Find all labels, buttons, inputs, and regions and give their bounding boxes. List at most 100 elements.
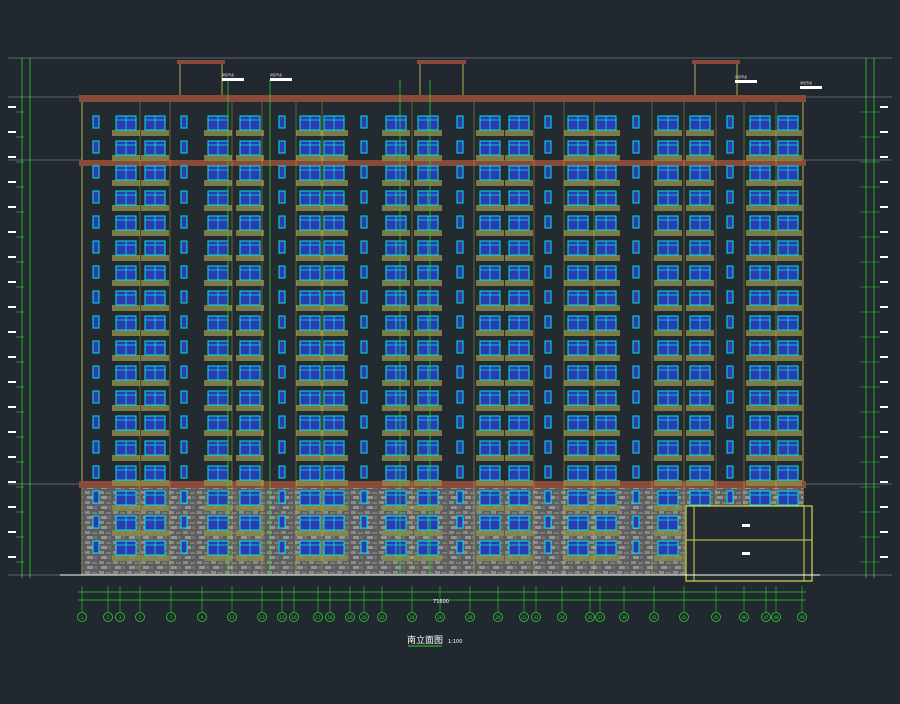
balcony-slab — [296, 355, 324, 361]
balcony-slab — [476, 180, 504, 186]
window — [632, 215, 640, 229]
axis-label: 31 — [521, 615, 527, 620]
balcony-slab — [746, 155, 774, 161]
balcony-slab — [236, 230, 264, 236]
window — [180, 140, 188, 154]
balcony-slab — [505, 205, 533, 211]
window — [92, 115, 100, 129]
balcony-slab — [654, 205, 682, 211]
balcony-slab — [476, 555, 504, 561]
window — [278, 415, 286, 429]
balcony-slab — [592, 305, 620, 311]
window — [278, 390, 286, 404]
axis-label: 15 — [279, 615, 285, 620]
balcony-slab — [686, 480, 714, 486]
window — [360, 315, 368, 329]
balcony-slab — [476, 130, 504, 136]
balcony-slab — [112, 530, 140, 536]
window — [92, 240, 100, 254]
window — [180, 540, 188, 554]
balcony-slab — [414, 355, 442, 361]
balcony-slab — [236, 305, 264, 311]
axis-label: 29 — [495, 615, 501, 620]
axis-label: 47 — [763, 615, 769, 620]
drawing-scale: 1:100 — [448, 639, 462, 645]
balcony-slab — [296, 305, 324, 311]
balcony-slab — [112, 555, 140, 561]
level-label — [880, 306, 888, 308]
window — [544, 465, 552, 479]
roof-structure-cap — [177, 60, 225, 64]
balcony-slab — [141, 380, 169, 386]
balcony-slab — [564, 480, 592, 486]
axis-label: 16 — [291, 615, 297, 620]
balcony-slab — [414, 155, 442, 161]
balcony-slab — [112, 330, 140, 336]
balcony-slab — [592, 330, 620, 336]
balcony-slab — [296, 405, 324, 411]
level-label — [8, 131, 16, 133]
axis-label: 1 — [81, 615, 84, 620]
drawing-title: 南立面图 — [407, 634, 443, 646]
balcony-slab — [686, 430, 714, 436]
balcony-slab — [112, 505, 140, 511]
balcony-slab — [564, 130, 592, 136]
window — [360, 265, 368, 279]
balcony-slab — [382, 155, 410, 161]
window — [726, 265, 734, 279]
window — [278, 240, 286, 254]
window — [456, 315, 464, 329]
balcony-slab — [505, 280, 533, 286]
entrance-tag — [742, 552, 750, 555]
axis-label: 18 — [327, 615, 333, 620]
balcony-slab — [592, 180, 620, 186]
level-label — [8, 431, 16, 433]
level-label — [8, 256, 16, 258]
callout-tag — [800, 86, 822, 89]
axis-label: 3 — [119, 615, 122, 620]
balcony-slab — [320, 380, 348, 386]
level-label — [8, 456, 16, 458]
axis-label: 26 — [437, 615, 443, 620]
level-label — [880, 456, 888, 458]
window — [726, 240, 734, 254]
window — [544, 515, 552, 529]
balcony-slab — [505, 330, 533, 336]
window — [92, 190, 100, 204]
window — [456, 115, 464, 129]
balcony-slab — [236, 155, 264, 161]
balcony-slab — [320, 330, 348, 336]
balcony-slab — [746, 180, 774, 186]
window — [278, 440, 286, 454]
balcony-slab — [592, 555, 620, 561]
balcony-slab — [654, 430, 682, 436]
balcony-slab — [774, 305, 802, 311]
level-label — [8, 181, 16, 183]
level-label — [8, 231, 16, 233]
window — [544, 190, 552, 204]
balcony-slab — [141, 330, 169, 336]
balcony-slab — [686, 355, 714, 361]
balcony-slab — [112, 405, 140, 411]
window — [544, 290, 552, 304]
balcony-slab — [141, 205, 169, 211]
balcony-slab — [296, 255, 324, 261]
level-label — [8, 306, 16, 308]
level-label — [8, 206, 16, 208]
window — [456, 515, 464, 529]
window — [726, 415, 734, 429]
balcony-slab — [564, 330, 592, 336]
balcony-slab — [141, 455, 169, 461]
window — [92, 515, 100, 529]
balcony-slab — [382, 280, 410, 286]
balcony-slab — [414, 330, 442, 336]
balcony-slab — [592, 255, 620, 261]
balcony-slab — [414, 180, 442, 186]
window — [180, 490, 188, 504]
balcony-slab — [564, 355, 592, 361]
balcony-slab — [236, 280, 264, 286]
balcony-slab — [141, 430, 169, 436]
window — [180, 190, 188, 204]
level-label — [8, 381, 16, 383]
callout-text: 详见节点 — [735, 74, 747, 79]
